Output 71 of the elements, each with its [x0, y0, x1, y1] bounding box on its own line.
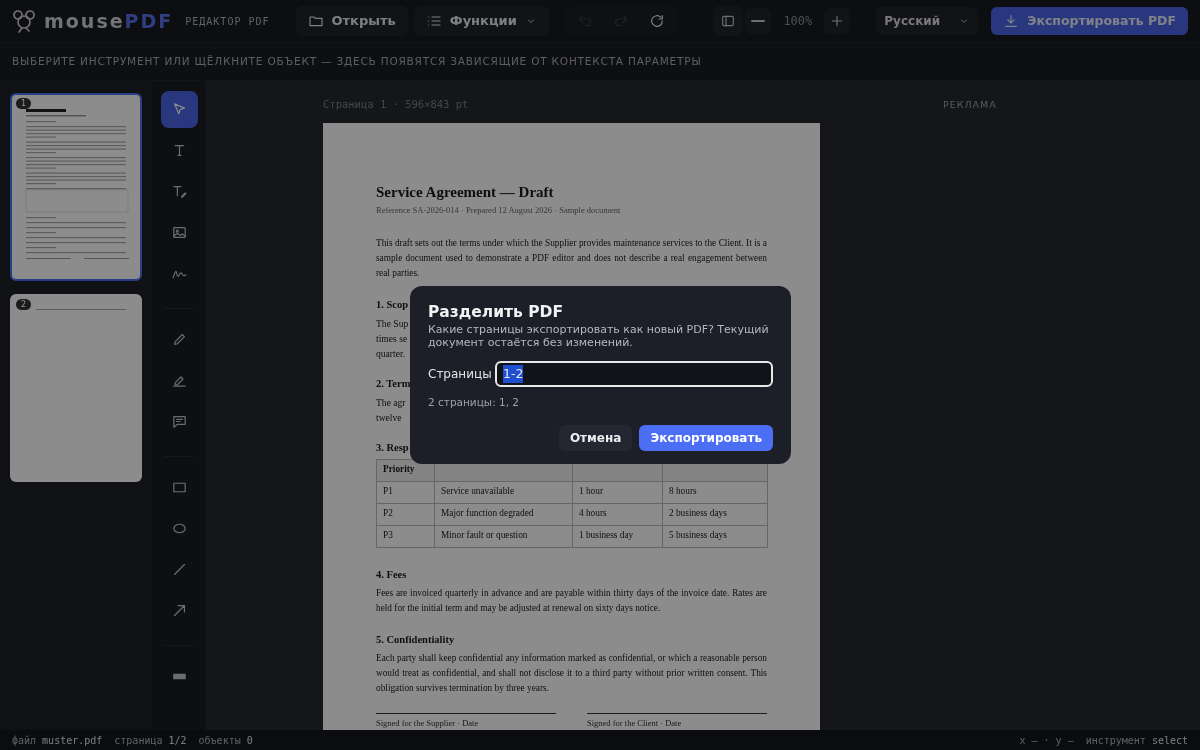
status-label: страница [114, 733, 163, 748]
sidebar-toggle-button[interactable] [713, 6, 744, 36]
status-label: инструмент [1085, 733, 1146, 748]
mouse-logo-icon [12, 9, 36, 33]
list-icon [425, 13, 442, 29]
table-cell: Service unavailable [434, 481, 573, 504]
page-number-badge: 2 [16, 299, 31, 310]
table-cell: 4 hours [572, 503, 663, 526]
paragraph-line: times se [376, 331, 408, 346]
language-select[interactable]: Русский [876, 7, 979, 35]
status-label: файл [12, 733, 37, 748]
table-cell: P1 [376, 481, 435, 504]
table-cell: 2 business days [662, 503, 768, 526]
page-count-summary: 2 страницы: 1, 2 [428, 395, 521, 410]
comment-icon [170, 413, 188, 430]
section-heading: 2. Term [376, 376, 411, 390]
table-cell: 1 business day [572, 525, 663, 548]
paragraph-line: The agr [376, 395, 406, 410]
section-heading: 1. Scop [376, 297, 409, 311]
image-icon [170, 224, 188, 241]
dialog-title: Разделить PDF [428, 302, 565, 322]
section-heading: 4. Fees [376, 567, 407, 581]
export-pdf-button[interactable]: Экспортировать PDF [991, 7, 1188, 35]
dialog-description: Какие страницы экспортировать как новый PDF? Текущий документ остаётся без изменений. [428, 323, 770, 349]
status-value: 0 [246, 733, 253, 748]
table-cell: P3 [376, 525, 435, 548]
pages-input-field[interactable]: 1-2 [495, 361, 773, 387]
paragraph-line: quarter. [376, 346, 406, 361]
paragraph-line: The Sup [376, 316, 409, 331]
section-heading: 5. Confidentiality [376, 632, 455, 646]
zoom-out-button[interactable] [745, 8, 772, 34]
table-cell: 8 hours [662, 481, 768, 504]
status-value: muster.pdf [42, 733, 103, 748]
pointer-tool-button[interactable] [160, 91, 198, 128]
table-cell: P2 [376, 503, 435, 526]
ad-label: РЕКЛАМА [943, 99, 997, 110]
text-edit-icon [170, 183, 188, 200]
functions-button[interactable]: Функции [413, 6, 549, 36]
app-logo: mouse PDF [44, 8, 174, 34]
signature-line: Signed for the Supplier · Date [376, 712, 556, 730]
page-thumbnail[interactable]: 1 [10, 93, 142, 281]
status-value: select [1151, 733, 1188, 748]
table-cell: 5 business days [662, 525, 768, 548]
section-heading: 3. Resp [376, 440, 409, 454]
context-hint: ВЫБЕРИТЕ ИНСТРУМЕНТ ИЛИ ЩЁЛКНИТЕ ОБЪЕКТ — ЗДЕСЬ ПОЯВЯТСЯ ЗАВИСЯЩИЕ ОТ КОНТЕКСТА ПАРАМЕТРЫ [12, 53, 702, 69]
table-cell: Minor fault or question [434, 525, 573, 548]
page-thumbnail[interactable]: 2 [10, 294, 142, 482]
status-value: 1/2 [168, 733, 187, 748]
app-subtitle: РЕДАКТОР PDF [185, 14, 270, 29]
paragraph: Each party shall keep confidential any information marked as confidential, or which a reasonable person would treat as confidential, and shall not disclose it to a third party without prior written consent. This obligation survives termination by three years. [376, 651, 767, 695]
export-button[interactable]: Экспортировать [639, 424, 773, 451]
cursor-coordinates: x – · y – [1019, 733, 1074, 748]
paragraph-line: twelve [376, 410, 402, 425]
zoom-level: 100% [783, 13, 813, 30]
signature-line: Signed for the Client · Date [587, 712, 767, 730]
paragraph: Fees are invoiced quarterly in advance and are payable within thirty days of the invoice date. Rates are held for the initial term and may be adjusted at renewal on sixty days notice. [376, 586, 767, 615]
folder-icon [307, 13, 324, 29]
field-label: Страницы [428, 366, 493, 383]
document-title: Service Agreement — Draft [376, 183, 555, 201]
zoom-in-button[interactable] [824, 8, 851, 34]
cancel-button[interactable]: Отмена [558, 424, 633, 451]
page-number-badge: 1 [16, 98, 31, 109]
document-meta: Reference SA-2026-014 · Prepared 12 August 2026 · Sample document [376, 204, 622, 217]
status-label: объекты [198, 733, 241, 748]
sidebar-panel-icon [720, 13, 737, 29]
table-cell: Major function degraded [434, 503, 573, 526]
minus-icon [751, 20, 766, 22]
download-icon [1003, 13, 1020, 29]
table-cell: 1 hour [572, 481, 663, 504]
open-button[interactable]: Открыть [295, 6, 408, 36]
paragraph: This draft sets out the terms under which the Supplier provides maintenance services to the Client. It is a sample document used to demonstrate a PDF editor and does not describe a real engagement between real parties. [376, 236, 767, 280]
